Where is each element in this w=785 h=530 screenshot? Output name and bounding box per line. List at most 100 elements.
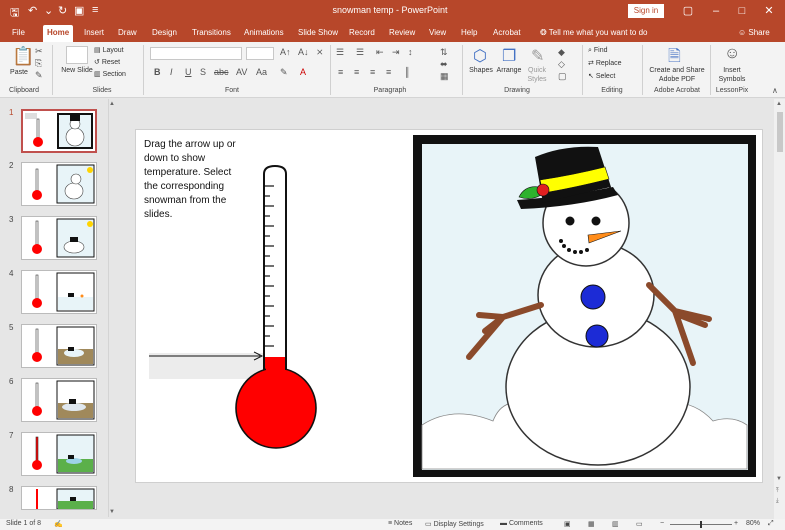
font-color-icon[interactable]: A bbox=[300, 67, 306, 77]
slideshow-start-icon[interactable]: ▣ bbox=[74, 4, 84, 17]
copy-icon[interactable]: ⎘ bbox=[35, 58, 42, 69]
tab-acrobat[interactable]: Acrobat bbox=[489, 25, 525, 42]
zoom-slider-thumb[interactable] bbox=[700, 521, 702, 528]
undo-icon[interactable]: ↶ bbox=[28, 4, 37, 17]
sign-in-button[interactable]: Sign in bbox=[628, 4, 664, 18]
tab-record[interactable]: Record bbox=[345, 25, 379, 42]
align-left-icon[interactable]: ≡ bbox=[338, 67, 343, 77]
save-icon[interactable]: 🖫 bbox=[10, 4, 19, 23]
close-button[interactable]: ✕ bbox=[755, 2, 783, 20]
justify-icon[interactable]: ≡ bbox=[386, 67, 391, 77]
underline-icon[interactable]: U bbox=[185, 67, 192, 77]
new-slide-icon[interactable] bbox=[66, 46, 88, 64]
slide-thumbnail-8[interactable] bbox=[21, 486, 97, 510]
increase-indent-icon[interactable]: ⇥ bbox=[392, 47, 400, 58]
align-text-icon[interactable]: ⬌ bbox=[440, 59, 448, 70]
spelling-icon[interactable]: ✍ bbox=[54, 520, 63, 528]
shape-fill-icon[interactable]: ◆ bbox=[558, 47, 565, 58]
reset-button[interactable]: ↺ Reset bbox=[94, 58, 138, 67]
reading-view-icon[interactable]: ▥ bbox=[612, 520, 619, 528]
highlight-icon[interactable]: ✎ bbox=[280, 67, 288, 78]
tab-review[interactable]: Review bbox=[385, 25, 419, 42]
align-right-icon[interactable]: ≡ bbox=[370, 67, 375, 77]
scroll-down-icon[interactable]: ▼ bbox=[776, 476, 782, 482]
slide-thumbnail-7[interactable] bbox=[21, 432, 97, 476]
slide-sorter-icon[interactable]: ▦ bbox=[588, 520, 595, 528]
bold-icon[interactable]: B bbox=[154, 67, 161, 77]
zoom-in-icon[interactable]: + bbox=[734, 520, 738, 527]
smartart-icon[interactable]: ▦ bbox=[440, 71, 449, 82]
ribbon-display-options-icon[interactable]: ▢ bbox=[674, 2, 702, 20]
zoom-level[interactable]: 80% bbox=[746, 520, 760, 527]
select-button[interactable]: ↖ Select bbox=[588, 72, 638, 81]
text-direction-icon[interactable]: ⇅ bbox=[440, 47, 448, 58]
undo-dropdown-icon[interactable]: ⌄ bbox=[44, 4, 53, 17]
columns-icon[interactable]: ║ bbox=[404, 67, 410, 77]
layout-button[interactable]: ▤ Layout bbox=[94, 46, 138, 55]
slide-thumbnail-5[interactable] bbox=[21, 324, 97, 368]
slide-thumbnail-4[interactable] bbox=[21, 270, 97, 314]
grow-font-icon[interactable]: A↑ bbox=[280, 47, 291, 57]
previous-slide-icon[interactable]: ⤒ bbox=[776, 488, 779, 495]
tab-slide-show[interactable]: Slide Show bbox=[294, 25, 342, 42]
tell-me-search[interactable]: ❂ Tell me what you want to do bbox=[540, 25, 648, 40]
snowman-picture[interactable] bbox=[413, 135, 756, 477]
fit-to-window-icon[interactable]: ⤢ bbox=[768, 520, 774, 528]
slide-thumbnail-2[interactable] bbox=[21, 162, 97, 206]
customize-toolbar-icon[interactable]: ≡ bbox=[92, 4, 98, 16]
tab-home[interactable]: Home bbox=[43, 25, 74, 42]
insert-symbols-button[interactable]: Insert Symbols bbox=[714, 66, 750, 84]
new-slide-button[interactable]: New Slide bbox=[60, 66, 94, 75]
find-button[interactable]: ⌕ Find bbox=[588, 46, 638, 55]
bullets-icon[interactable]: ☰ bbox=[336, 47, 344, 58]
thumbnail-scrollbar[interactable] bbox=[108, 99, 118, 517]
shape-effects-icon[interactable]: ▢ bbox=[558, 71, 567, 82]
tab-transitions[interactable]: Transitions bbox=[188, 25, 235, 42]
current-slide[interactable]: Drag the arrow up or down to show temper… bbox=[135, 129, 763, 483]
slide-thumbnail-6[interactable] bbox=[21, 378, 97, 422]
replace-button[interactable]: ⇄ Replace bbox=[588, 59, 638, 68]
arrange-icon[interactable]: ❐ bbox=[502, 46, 516, 66]
italic-icon[interactable]: I bbox=[170, 67, 173, 77]
slide-scrollbar[interactable] bbox=[774, 99, 785, 519]
tab-insert[interactable]: Insert bbox=[80, 25, 108, 42]
slider-track[interactable] bbox=[149, 353, 264, 379]
next-slide-icon[interactable]: ⤓ bbox=[776, 498, 779, 505]
scroll-up-icon[interactable]: ▲ bbox=[776, 101, 782, 107]
paste-icon[interactable]: 📋 bbox=[12, 46, 34, 67]
scroll-down-icon[interactable]: ▼ bbox=[109, 509, 115, 515]
scroll-thumb[interactable] bbox=[777, 112, 783, 152]
shapes-button[interactable]: Shapes bbox=[466, 66, 496, 75]
shrink-font-icon[interactable]: A↓ bbox=[298, 47, 309, 57]
format-painter-icon[interactable]: ✎ bbox=[35, 70, 43, 81]
slide-thumbnail-1[interactable] bbox=[21, 109, 97, 153]
normal-view-icon[interactable]: ▣ bbox=[564, 520, 571, 528]
align-center-icon[interactable]: ≡ bbox=[354, 67, 359, 77]
section-button[interactable]: ▥ Section bbox=[94, 70, 138, 79]
notes-button[interactable]: ≡ Notes bbox=[388, 520, 412, 527]
maximize-button[interactable]: □ bbox=[728, 2, 756, 20]
shapes-icon[interactable]: ⬡ bbox=[473, 46, 487, 66]
quick-styles-button[interactable]: Quick Styles bbox=[522, 66, 552, 84]
cut-icon[interactable]: ✂ bbox=[35, 46, 43, 57]
tab-design[interactable]: Design bbox=[148, 25, 181, 42]
comments-button[interactable]: ▬ Comments bbox=[500, 520, 543, 527]
scroll-up-icon[interactable]: ▲ bbox=[109, 101, 115, 107]
tab-view[interactable]: View bbox=[425, 25, 450, 42]
shape-outline-icon[interactable]: ◇ bbox=[558, 59, 565, 70]
tab-file[interactable]: File bbox=[8, 25, 29, 42]
zoom-out-icon[interactable]: − bbox=[660, 520, 664, 527]
create-share-pdf-button[interactable]: Create and Share Adobe PDF bbox=[646, 66, 708, 84]
slideshow-view-icon[interactable]: ▭ bbox=[636, 520, 643, 528]
strikethrough-icon[interactable]: abc bbox=[214, 67, 229, 77]
redo-icon[interactable]: ↻ bbox=[58, 4, 67, 17]
collapse-ribbon-icon[interactable]: ∧ bbox=[772, 86, 778, 95]
share-button[interactable]: ☺ Share bbox=[738, 25, 770, 40]
arrange-button[interactable]: Arrange bbox=[494, 66, 524, 75]
decrease-indent-icon[interactable]: ⇤ bbox=[376, 47, 384, 58]
character-spacing-icon[interactable]: AV bbox=[236, 67, 247, 77]
minimize-button[interactable]: – bbox=[702, 2, 730, 20]
font-size-select[interactable] bbox=[246, 47, 274, 60]
paste-button[interactable]: Paste bbox=[6, 68, 32, 77]
display-settings-button[interactable]: ▭ Display Settings bbox=[425, 520, 484, 528]
